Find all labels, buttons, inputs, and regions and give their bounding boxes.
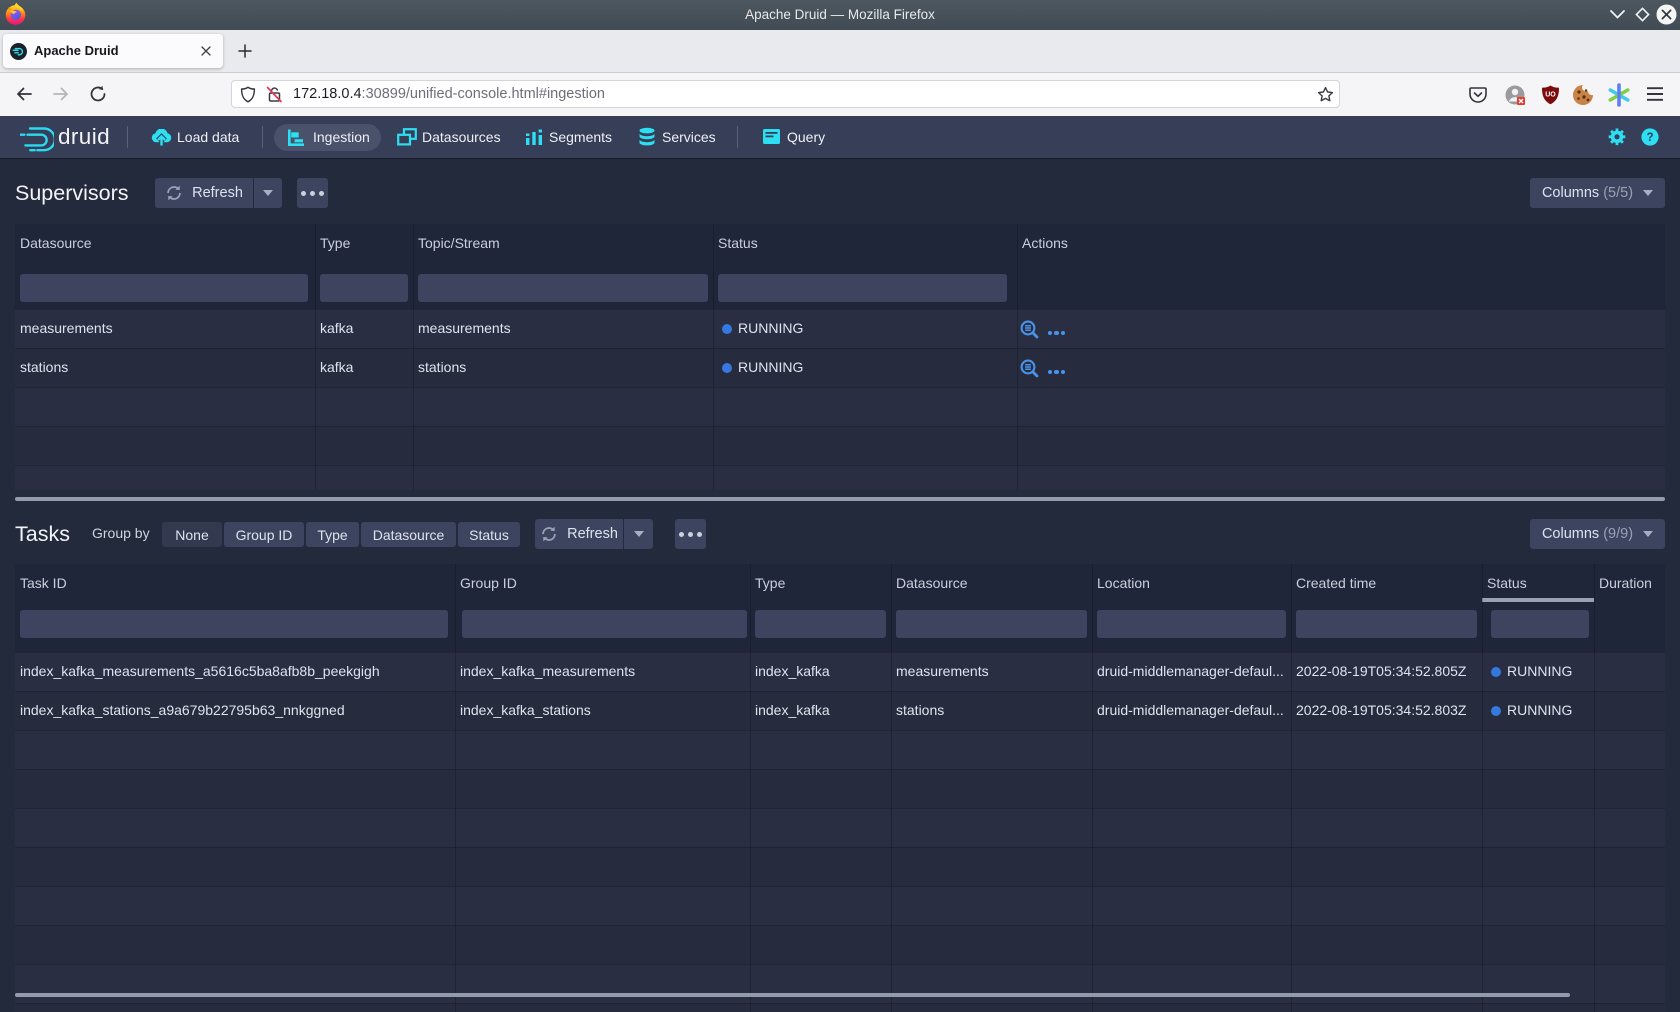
- svg-text:?: ?: [1646, 132, 1653, 144]
- svg-text:UO: UO: [1545, 92, 1556, 99]
